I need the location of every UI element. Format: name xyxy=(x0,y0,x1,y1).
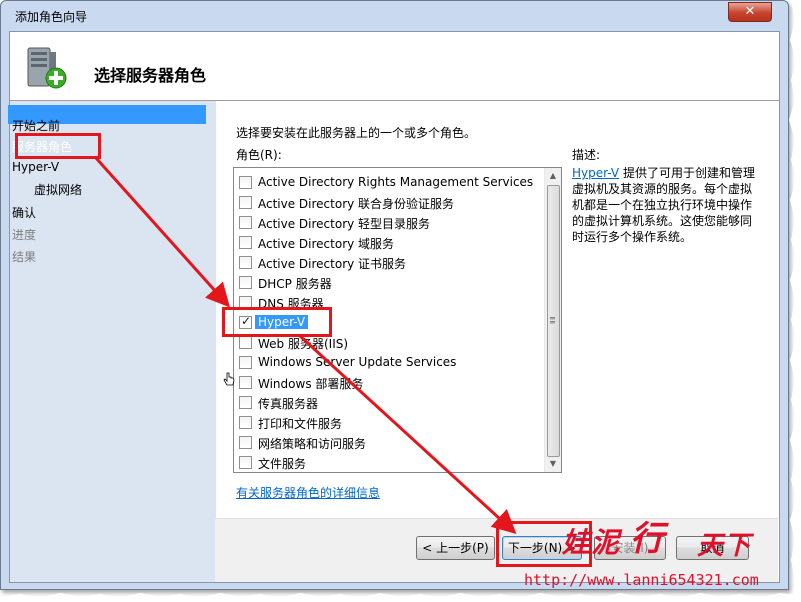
annotation-box-hyper-v xyxy=(222,307,332,337)
scroll-grip-icon: ═ ═ xyxy=(550,314,555,327)
close-button[interactable]: ✕ xyxy=(728,2,772,22)
role-checkbox[interactable] xyxy=(239,196,252,209)
role-label: Active Directory Rights Management Servi… xyxy=(258,175,534,189)
role-item[interactable]: Active Directory 联合身份验证服务 xyxy=(234,192,544,212)
role-checkbox[interactable] xyxy=(239,456,252,469)
role-item[interactable]: Windows 部署服务 xyxy=(234,372,544,392)
previous-button[interactable]: < 上一步(P) xyxy=(416,536,495,560)
role-label: Windows 部署服务 xyxy=(258,377,364,391)
nav-item-results: 结果 xyxy=(12,250,37,264)
role-label: DHCP 服务器 xyxy=(258,277,332,291)
scroll-up-arrow-icon[interactable]: ▲ xyxy=(545,168,561,184)
role-checkbox[interactable] xyxy=(239,376,252,389)
role-checkbox[interactable] xyxy=(239,216,252,229)
description-label: 描述: xyxy=(572,148,601,162)
role-checkbox[interactable] xyxy=(239,236,252,249)
role-label: Windows Server Update Services xyxy=(258,355,457,369)
more-info-link[interactable]: 有关服务器角色的详细信息 xyxy=(236,484,380,501)
role-label: Web 服务器(IIS) xyxy=(258,337,349,351)
role-label: Active Directory 证书服务 xyxy=(258,257,407,271)
role-checkbox[interactable] xyxy=(239,256,252,269)
watermark-signature-icon: 娃泥 行 天下 xyxy=(562,519,755,561)
page-title: 选择服务器角色 xyxy=(94,66,207,85)
role-item[interactable]: 文件服务 xyxy=(234,452,544,472)
role-label: 网络策略和访问服务 xyxy=(258,437,367,451)
scroll-thumb[interactable]: ═ ═ xyxy=(547,185,560,457)
nav-item-hyper-v[interactable]: Hyper-V xyxy=(12,160,59,174)
nav-item-virtual-networks[interactable]: 虚拟网络 xyxy=(34,181,82,198)
nav-item-before-you-begin[interactable]: 开始之前 xyxy=(12,117,60,134)
role-checkbox[interactable] xyxy=(239,416,252,429)
hand-cursor-icon xyxy=(223,372,235,386)
role-item[interactable]: DHCP 服务器 xyxy=(234,272,544,292)
description-text: Hyper-V 提供了可用于创建和管理虚拟机及其资源的服务。每个虚拟机都是一个在… xyxy=(572,165,762,245)
roles-scrollbar[interactable]: ▲ ═ ═ ▼ xyxy=(544,168,561,472)
torn-edge-right xyxy=(789,0,801,602)
role-checkbox[interactable] xyxy=(239,276,252,289)
role-item[interactable]: Active Directory 域服务 xyxy=(234,232,544,252)
role-label: 打印和文件服务 xyxy=(258,417,343,431)
role-label: Active Directory 域服务 xyxy=(258,237,395,251)
role-label: 文件服务 xyxy=(258,457,307,471)
torn-edge-bottom xyxy=(0,593,801,602)
nav-item-progress: 进度 xyxy=(12,228,37,242)
nav-item-confirmation[interactable]: 确认 xyxy=(12,204,36,221)
role-item[interactable]: Active Directory 轻型目录服务 xyxy=(234,212,544,232)
role-label: Active Directory 联合身份验证服务 xyxy=(258,197,455,211)
role-label: Active Directory 轻型目录服务 xyxy=(258,217,431,231)
window-title: 添加角色向导 xyxy=(15,10,88,24)
role-item[interactable]: 网络策略和访问服务 xyxy=(234,432,544,452)
role-checkbox[interactable] xyxy=(239,396,252,409)
role-item[interactable]: 传真服务器 xyxy=(234,392,544,412)
watermark-url: http://www.lanni654321.com xyxy=(524,571,759,589)
role-item[interactable]: Active Directory Rights Management Servi… xyxy=(234,172,544,192)
watermark-logo: 娃泥 行 天下 xyxy=(562,519,772,568)
roles-label: 角色(R): xyxy=(236,148,282,162)
wizard-header: 选择服务器角色 xyxy=(10,32,779,101)
role-checkbox[interactable] xyxy=(239,176,252,189)
svg-text:天下: 天下 xyxy=(697,531,755,560)
role-checkbox[interactable] xyxy=(239,436,252,449)
annotation-box-server-roles xyxy=(15,133,101,159)
role-label: 传真服务器 xyxy=(258,397,319,411)
server-add-icon xyxy=(27,47,67,89)
scroll-down-arrow-icon[interactable]: ▼ xyxy=(545,456,561,472)
role-item[interactable]: Active Directory 证书服务 xyxy=(234,252,544,272)
svg-text:娃泥: 娃泥 xyxy=(562,526,623,559)
role-item[interactable]: Windows Server Update Services xyxy=(234,352,544,372)
role-checkbox[interactable] xyxy=(239,336,252,349)
role-checkbox[interactable] xyxy=(239,356,252,369)
instruction-text: 选择要安装在此服务器上的一个或多个角色。 xyxy=(236,126,477,140)
svg-text:行: 行 xyxy=(630,520,669,559)
description-link[interactable]: Hyper-V xyxy=(572,166,619,180)
title-bar[interactable]: 添加角色向导 ✕ xyxy=(1,1,788,29)
role-item[interactable]: 打印和文件服务 xyxy=(234,412,544,432)
